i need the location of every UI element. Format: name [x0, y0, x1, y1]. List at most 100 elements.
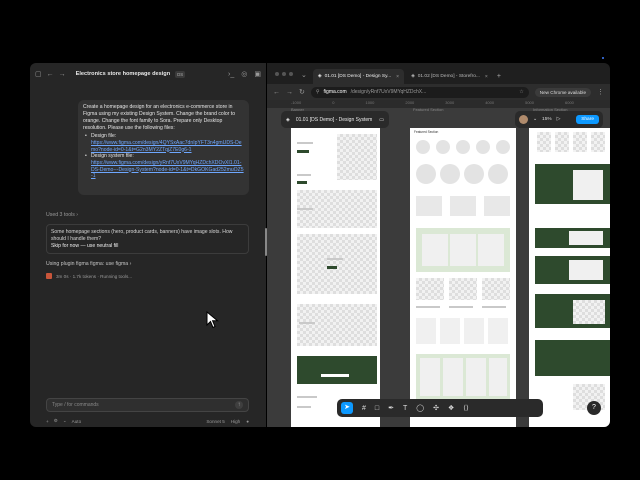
- browser-window: ⌄ ◈ 01.01 [DS Demo] - Design Sy... × ◈ 0…: [267, 63, 610, 427]
- category-circle: [488, 164, 508, 184]
- tab-label: 01.02 [DS Demo] - Storefro...: [417, 74, 480, 79]
- address-bar-row: ← → ↻ ⚲ figma.com/design/yRnf7UxV9MYqHZD…: [267, 84, 610, 100]
- settings-icon[interactable]: ⚙: [54, 418, 58, 424]
- maximize-window-button[interactable]: [289, 72, 293, 76]
- plugin-line[interactable]: Using plugin figma figma: use figma ›: [46, 261, 131, 267]
- mode-selector[interactable]: Auto: [72, 419, 81, 424]
- window-controls: [275, 72, 293, 76]
- bookmark-star-icon[interactable]: ☆: [519, 89, 523, 95]
- terminal-icon[interactable]: ›_: [228, 71, 234, 78]
- tab-search-icon[interactable]: ⌄: [301, 72, 307, 79]
- image-placeholder: [555, 132, 569, 152]
- product-card: [416, 196, 442, 216]
- play-icon[interactable]: ▷: [557, 117, 561, 122]
- forward-arrow-icon[interactable]: →: [286, 89, 293, 96]
- new-tab-icon[interactable]: +: [497, 73, 501, 80]
- add-icon[interactable]: +: [46, 419, 49, 424]
- close-tab-icon[interactable]: ×: [396, 74, 399, 80]
- product-card: [440, 318, 460, 344]
- more-menu-icon[interactable]: ⋮: [597, 89, 604, 96]
- product-card: [416, 318, 436, 344]
- spinner-icon: [46, 273, 52, 279]
- ruler-tick: 1000: [365, 100, 375, 105]
- url-field[interactable]: ⚲ figma.com/design/yRnf7UxV9MYqHZDchX...…: [310, 86, 529, 98]
- text-tool-icon[interactable]: T: [403, 405, 407, 412]
- chrome-update-button[interactable]: New Chrome available: [534, 87, 591, 97]
- figma-logo-icon[interactable]: ◈: [286, 117, 290, 123]
- design-system-link[interactable]: https://www.figma.com/design/yRnf7UxV9MY…: [91, 160, 244, 180]
- text-line: [449, 306, 473, 308]
- artboard-components[interactable]: [291, 128, 380, 427]
- tab-storefront[interactable]: ◈ 01.02 [DS Demo] - Storefro... ×: [406, 69, 493, 84]
- category-circle: [456, 140, 470, 154]
- back-arrow-icon[interactable]: ←: [47, 71, 54, 78]
- product-card: [420, 358, 440, 396]
- minimize-window-button[interactable]: [282, 72, 286, 76]
- split-view-icon[interactable]: ▣: [254, 71, 261, 78]
- back-arrow-icon[interactable]: ←: [273, 89, 280, 96]
- text-line: [299, 322, 315, 324]
- globe-icon[interactable]: ◎: [241, 71, 247, 78]
- sidebar-toggle-icon[interactable]: ▢: [35, 71, 42, 78]
- image-placeholder: [482, 278, 510, 300]
- used-tools-toggle[interactable]: Used 3 tools ›: [46, 212, 78, 218]
- close-window-button[interactable]: [275, 72, 279, 76]
- message-input[interactable]: Type / for commands ↑: [46, 398, 249, 412]
- model-selector[interactable]: Sonnet 5: [206, 419, 224, 424]
- text-line: [297, 208, 313, 210]
- close-tab-icon[interactable]: ×: [485, 74, 488, 80]
- conversation-title: Electronics store homepage design: [75, 71, 171, 77]
- chevron-down-icon[interactable]: ⌄: [63, 418, 67, 424]
- text-line: [416, 306, 440, 308]
- send-arrow-icon[interactable]: ↑: [235, 401, 243, 409]
- banner-image: [478, 234, 504, 266]
- image-placeholder: [573, 300, 605, 324]
- chevron-down-icon[interactable]: ⌄: [533, 117, 537, 122]
- component-icon[interactable]: ❖: [448, 404, 454, 412]
- avatar[interactable]: [519, 115, 528, 124]
- pen-tool-icon[interactable]: ✒: [388, 404, 394, 412]
- chat-header: ▢ ← → Electronics store homepage design …: [30, 63, 266, 85]
- url-host: figma.com: [323, 89, 347, 95]
- ruler-tick: 3000: [445, 100, 455, 105]
- file-name[interactable]: 01.01 [DS Demo] - Design System: [296, 117, 372, 123]
- panel-toggle-icon[interactable]: ▭: [379, 117, 384, 123]
- dev-mode-icon[interactable]: ⟨⟩: [463, 404, 468, 412]
- artboard-featured[interactable]: Featured Section: [410, 128, 516, 427]
- zoom-level[interactable]: 15%: [542, 117, 552, 122]
- mic-icon[interactable]: ●: [246, 419, 249, 424]
- ruler-tick: 0: [332, 100, 335, 105]
- conversation-chip[interactable]: DS: [175, 70, 186, 78]
- image-placeholder: [537, 132, 551, 152]
- question-card: Some homepage sections (hero, product ca…: [46, 224, 249, 254]
- share-button[interactable]: Share: [576, 115, 599, 124]
- move-tool-icon[interactable]: ➤: [341, 402, 353, 414]
- url-path: /design/yRnf7UxV9MYqHZDchX...: [350, 89, 427, 95]
- image-placeholder: [297, 304, 377, 346]
- image-placeholder: [591, 132, 605, 152]
- question-text: Some homepage sections (hero, product ca…: [51, 229, 233, 242]
- frame-label[interactable]: Featured Section: [413, 107, 443, 112]
- rectangle-tool-icon[interactable]: □: [375, 405, 379, 412]
- actions-icon[interactable]: ✣: [433, 404, 439, 412]
- desktop: ▢ ← → Electronics store homepage design …: [0, 0, 640, 480]
- figma-canvas[interactable]: -1000 0 1000 2000 3000 4000 5000 6000 Ba…: [267, 100, 610, 427]
- frame-tool-icon[interactable]: #: [362, 405, 366, 412]
- user-message-text: Create a homepage design for an electron…: [83, 104, 236, 131]
- ruler-tick: 4000: [485, 100, 495, 105]
- help-icon[interactable]: ?: [587, 401, 601, 415]
- answer-option[interactable]: Skip for now — use neutral fill: [51, 243, 244, 250]
- comment-tool-icon[interactable]: ◯: [416, 404, 424, 412]
- model-controls: Sonnet 5 High ●: [206, 419, 249, 424]
- forward-arrow-icon[interactable]: →: [59, 71, 66, 78]
- site-info-icon[interactable]: ⚲: [316, 89, 320, 95]
- banner-image: [422, 234, 448, 266]
- button-swatch: [297, 150, 309, 153]
- button-swatch: [327, 266, 337, 269]
- design-file-link[interactable]: https://www.figma.com/design/4QYSxAac7dn…: [91, 140, 244, 153]
- tab-design-system[interactable]: ◈ 01.01 [DS Demo] - Design Sy... ×: [312, 69, 405, 84]
- artboard-information[interactable]: [529, 128, 610, 427]
- category-circle: [476, 140, 490, 154]
- reload-icon[interactable]: ↻: [299, 89, 305, 96]
- effort-selector[interactable]: High: [231, 419, 240, 424]
